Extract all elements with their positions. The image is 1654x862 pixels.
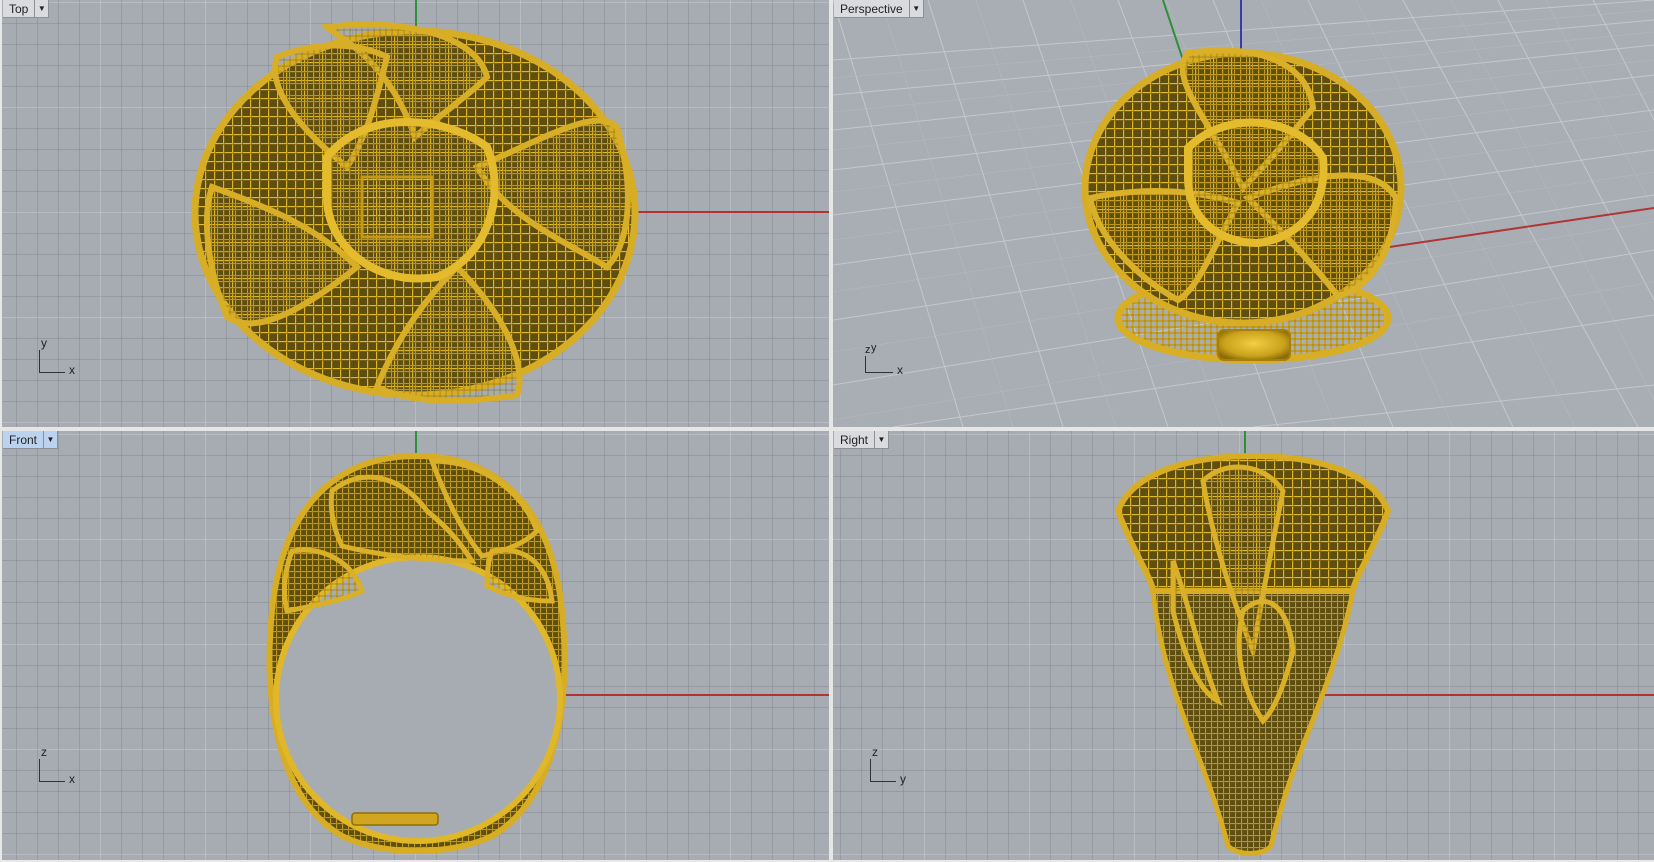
ring-model[interactable] xyxy=(1103,451,1403,860)
viewport-title: Top xyxy=(9,2,29,16)
viewport-splitter-horizontal[interactable] xyxy=(0,427,1654,431)
chevron-down-icon[interactable]: ▼ xyxy=(908,0,923,17)
viewport-perspective[interactable]: Perspective ▼ z y x xyxy=(833,0,1654,427)
ring-model[interactable] xyxy=(252,451,582,860)
ring-model[interactable] xyxy=(1078,38,1418,368)
viewport-title: Front xyxy=(9,433,38,447)
chevron-down-icon[interactable]: ▼ xyxy=(34,0,48,17)
viewport-title: Right xyxy=(840,433,869,447)
axis-triad: z x xyxy=(39,745,75,786)
viewport-right[interactable]: Right ▼ z y xyxy=(833,431,1654,860)
axis-triad: z y xyxy=(870,745,906,786)
axis-triad: y x xyxy=(39,336,75,377)
ring-model[interactable] xyxy=(187,17,647,407)
viewport-label-front[interactable]: Front ▼ xyxy=(3,431,59,449)
viewport-title: Perspective xyxy=(840,2,903,16)
viewport-splitter-vertical[interactable] xyxy=(829,0,833,862)
viewport-label-top[interactable]: Top ▼ xyxy=(3,0,50,18)
viewport-label-right[interactable]: Right ▼ xyxy=(834,431,890,449)
viewport-label-perspective[interactable]: Perspective ▼ xyxy=(834,0,924,18)
viewport-top[interactable]: Top ▼ y x xyxy=(2,0,829,427)
chevron-down-icon[interactable]: ▼ xyxy=(43,431,57,448)
axis-triad: z y x xyxy=(865,342,903,377)
viewport-front[interactable]: Front ▼ z x xyxy=(2,431,829,860)
chevron-down-icon[interactable]: ▼ xyxy=(874,431,888,448)
